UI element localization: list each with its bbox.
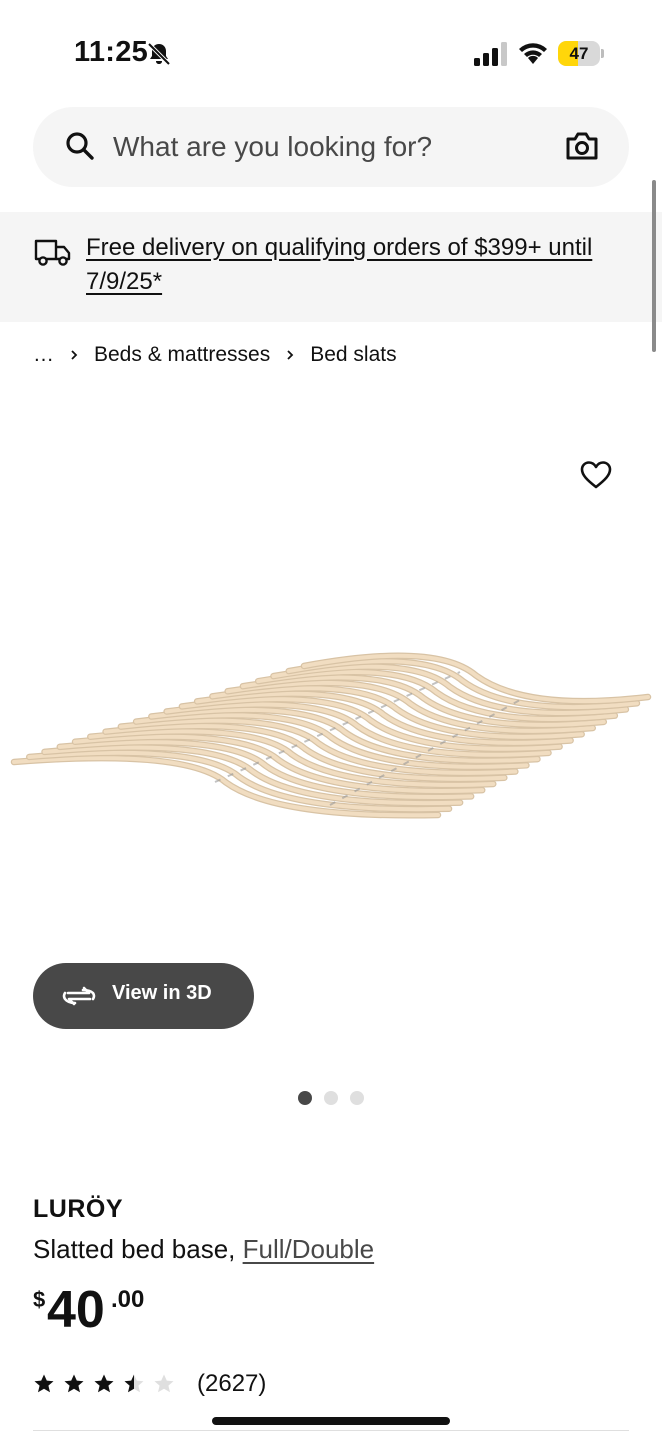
scrollbar[interactable] xyxy=(652,180,656,352)
wifi-icon xyxy=(519,43,547,64)
chevron-right-icon xyxy=(287,350,294,360)
rotate-3d-icon xyxy=(62,986,96,1006)
delivery-truck-icon xyxy=(34,239,71,266)
carousel-dot[interactable] xyxy=(350,1091,364,1105)
status-time: 11:25 xyxy=(74,36,149,68)
chevron-right-icon xyxy=(71,350,78,360)
battery-body: 47 xyxy=(558,41,600,66)
status-bar: 11:25 47 xyxy=(0,0,662,100)
breadcrumb: … Beds & mattresses Bed slats xyxy=(33,340,397,370)
cellular-signal-icon xyxy=(474,42,507,66)
star-filled-icon xyxy=(34,1374,54,1393)
carousel-dot[interactable] xyxy=(298,1091,312,1105)
divider xyxy=(33,1430,629,1431)
star-filled-icon xyxy=(64,1374,84,1393)
battery-nub xyxy=(601,49,604,58)
product-description: Slatted bed base, Full/Double xyxy=(33,1234,374,1265)
product-type: Slatted bed base, xyxy=(33,1234,243,1264)
star-filled-icon xyxy=(94,1374,114,1393)
product-rating[interactable]: (2627) xyxy=(33,1368,266,1400)
view-in-3d-button[interactable]: View in 3D xyxy=(33,963,254,1029)
price-decimal: .00 xyxy=(111,1286,145,1313)
view-in-3d-label: View in 3D xyxy=(112,982,212,1004)
review-count: (2627) xyxy=(197,1370,267,1397)
favorite-heart-icon[interactable] xyxy=(580,460,612,490)
breadcrumb-bed-slats[interactable]: Bed slats xyxy=(310,343,396,367)
breadcrumb-beds-mattresses[interactable]: Beds & mattresses xyxy=(94,343,270,367)
carousel-dot[interactable] xyxy=(324,1091,338,1105)
delivery-offer-link[interactable]: Free delivery on qualifying orders of $3… xyxy=(86,231,626,299)
battery-percent: 47 xyxy=(569,44,589,63)
star-half-icon xyxy=(124,1374,144,1393)
search-bar[interactable] xyxy=(33,107,629,187)
battery-indicator: 47 xyxy=(558,41,604,66)
delivery-banner[interactable]: Free delivery on qualifying orders of $3… xyxy=(0,212,662,322)
search-input[interactable] xyxy=(113,123,533,171)
product-name: LURÖY xyxy=(33,1195,123,1223)
bell-off-icon xyxy=(147,42,171,66)
home-indicator xyxy=(212,1417,450,1425)
carousel-pagination xyxy=(298,1091,364,1105)
breadcrumb-ellipsis[interactable]: … xyxy=(33,343,54,367)
product-image[interactable] xyxy=(0,400,662,980)
camera-search-icon[interactable] xyxy=(565,131,599,161)
size-link[interactable]: Full/Double xyxy=(243,1234,375,1264)
star-empty-icon xyxy=(154,1374,174,1393)
price-currency: $ xyxy=(33,1287,46,1312)
price-integer: 40 xyxy=(47,1281,105,1339)
search-icon xyxy=(66,132,94,160)
